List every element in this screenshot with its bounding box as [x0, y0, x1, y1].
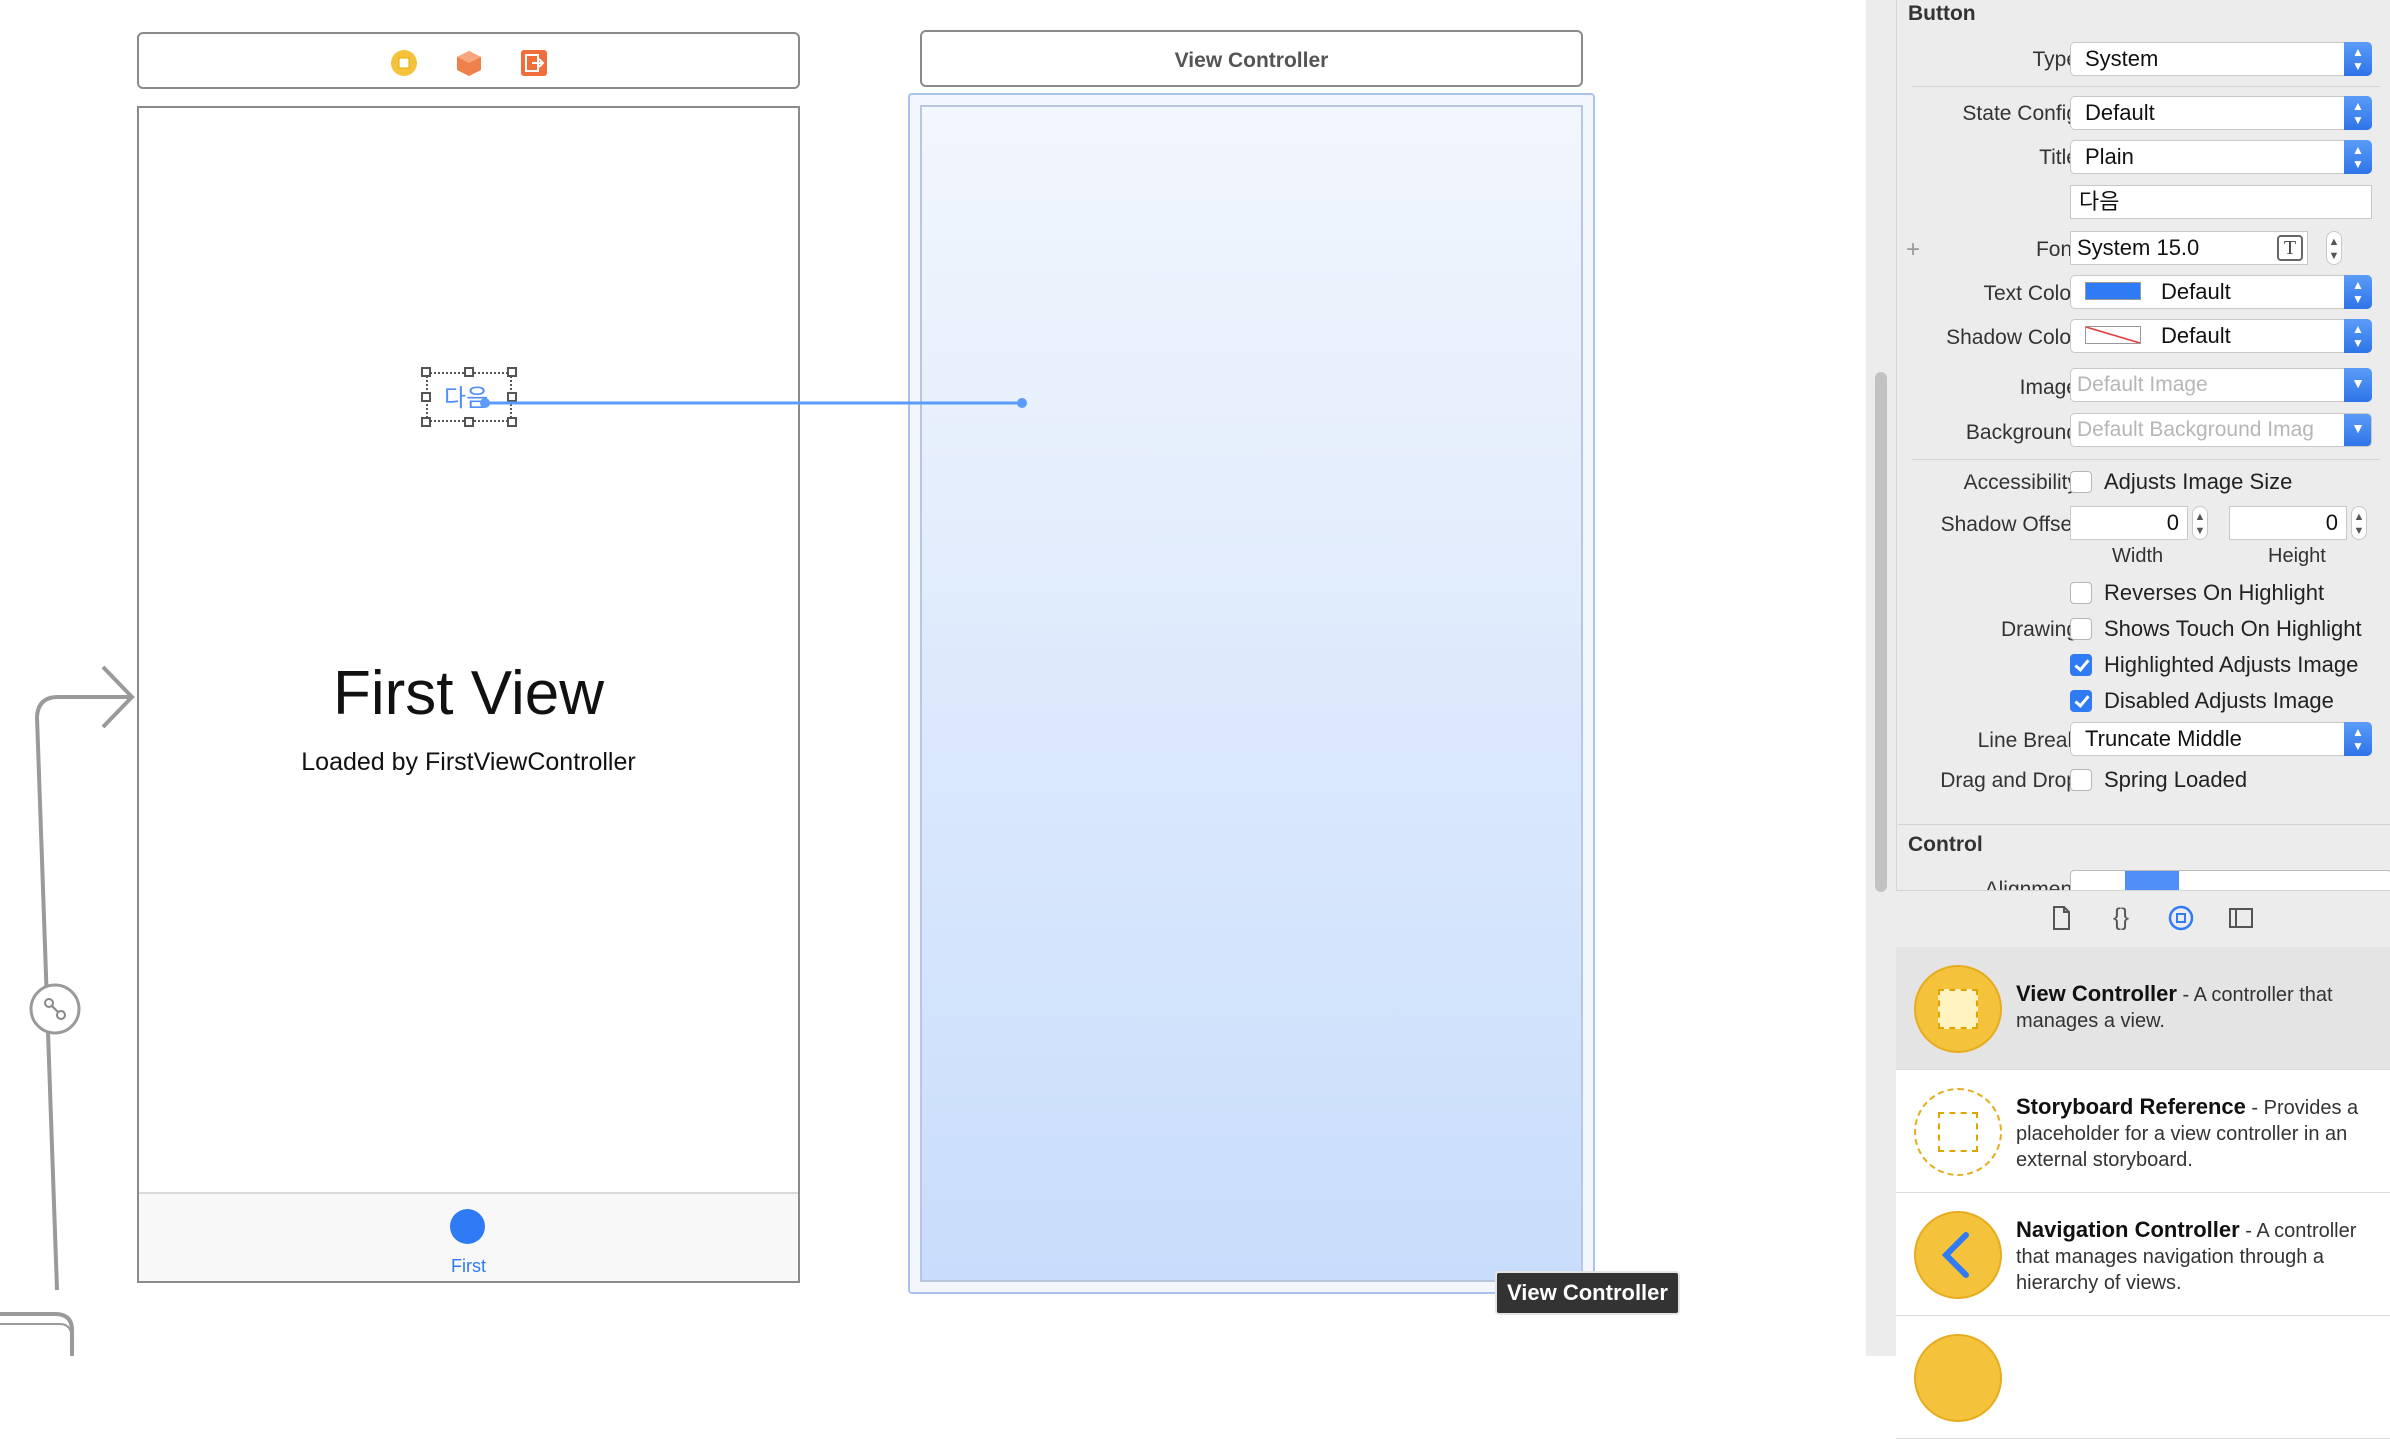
alignment-label: Alignment [1984, 878, 2078, 890]
tab-first-icon[interactable] [450, 1209, 485, 1244]
media-library-icon[interactable] [2228, 905, 2254, 931]
text-color-value: Default [2161, 279, 2231, 304]
popup-arrows-icon: ▲ ▼ [2344, 319, 2372, 353]
tab-bar[interactable]: First [139, 1192, 798, 1281]
highlighted-adjusts-image-checkbox[interactable] [2070, 654, 2092, 676]
scrollbar-thumb[interactable] [1875, 372, 1887, 892]
table-view-controller-icon [1914, 1334, 2002, 1422]
inspector-body: Button Type System ▲ ▼ State Config Defau… [1898, 0, 2390, 890]
disabled-adjusts-image-checkbox[interactable] [2070, 690, 2092, 712]
file-icon[interactable] [2048, 905, 2074, 931]
background-combo[interactable]: Default Background Imag ▼ [2070, 413, 2372, 447]
view-controller-icon [1914, 965, 2002, 1053]
text-color-label: Text Color [1983, 282, 2078, 305]
disabled-adjusts-image-label: Disabled Adjusts Image [2104, 688, 2334, 713]
library-item-partial[interactable] [1896, 1316, 2390, 1439]
popup-arrows-icon: ▲ ▼ [2344, 96, 2372, 130]
storyboard-reference-icon [1914, 1088, 2002, 1176]
chevron-down-icon[interactable]: ▼ [2344, 368, 2372, 402]
popup-arrows-icon: ▲ ▼ [2344, 275, 2372, 309]
popup-arrows-icon: ▲ ▼ [2344, 42, 2372, 76]
type-value: System [2085, 46, 2159, 71]
type-popup[interactable]: System ▲ ▼ [2070, 42, 2372, 76]
reverses-on-highlight-label: Reverses On Highlight [2104, 580, 2325, 605]
connection-drag-line [480, 398, 1027, 408]
shadow-color-label: Shadow Color [1946, 326, 2078, 349]
shadow-color-popup[interactable]: Default ▲ ▼ [2070, 319, 2372, 353]
relationship-segue-icon[interactable] [42, 996, 68, 1022]
button-section-title: Button [1908, 2, 1976, 25]
drawing-label: Drawing [2000, 618, 2078, 641]
font-picker-icon[interactable]: T [2277, 235, 2303, 261]
popup-arrows-icon: ▲ ▼ [2344, 140, 2372, 174]
shadow-height-field[interactable]: 0 [2229, 506, 2347, 540]
title-text-field[interactable]: 다음 [2070, 185, 2372, 219]
width-label: Width [2112, 545, 2164, 567]
chevron-down-icon[interactable]: ▼ [2344, 414, 2371, 446]
state-config-popup[interactable]: Default ▲ ▼ [2070, 96, 2372, 130]
drag-and-drop-label: Drag and Drop [1940, 769, 2078, 792]
attributes-inspector: Button Type System ▲ ▼ State Config Defau… [1866, 0, 2390, 1439]
library-item-name: Navigation Controller [2016, 1217, 2240, 1242]
spring-loaded-label: Spring Loaded [2104, 767, 2248, 792]
reverses-on-highlight-checkbox[interactable] [2070, 582, 2092, 604]
divider [1912, 86, 2380, 87]
library-item-name: Storyboard Reference [2016, 1094, 2246, 1119]
title-popup[interactable]: Plain ▲ ▼ [2070, 140, 2372, 174]
library-item-view-controller[interactable]: View Controller - A controller that mana… [1896, 947, 2390, 1070]
font-value: System 15.0 [2077, 235, 2200, 260]
height-label: Height [2268, 545, 2326, 567]
storyboard-canvas[interactable]: First View Loaded by FirstViewController… [0, 0, 1866, 1356]
title-value: Plain [2085, 144, 2134, 169]
state-config-label: State Config [1962, 102, 2078, 125]
highlighted-adjusts-image-label: Highlighted Adjusts Image [2104, 652, 2359, 677]
object-library-icon[interactable] [2168, 905, 2194, 931]
chevron-left-icon [1914, 1211, 2002, 1299]
object-library-list[interactable]: View Controller - A controller that mana… [1896, 947, 2390, 1439]
shadow-offset-label: Shadow Offset [1940, 513, 2078, 536]
library-item-name: View Controller [2016, 981, 2177, 1006]
font-field[interactable]: System 15.0 T [2070, 231, 2308, 265]
background-label: Background [1965, 421, 2078, 444]
adjusts-image-size-checkbox[interactable] [2070, 471, 2092, 493]
divider [1912, 459, 2380, 460]
shadow-color-value: Default [2161, 323, 2231, 348]
popup-arrows-icon: ▲ ▼ [2344, 722, 2372, 756]
line-break-popup[interactable]: Truncate Middle ▲ ▼ [2070, 722, 2372, 756]
text-color-popup[interactable]: Default ▲ ▼ [2070, 275, 2372, 309]
line-break-label: Line Break [1977, 729, 2078, 752]
adjusts-image-size-label: Adjusts Image Size [2104, 469, 2293, 494]
library-item-storyboard-reference[interactable]: Storyboard Reference - Provides a placeh… [1896, 1070, 2390, 1193]
library-item-navigation-controller[interactable]: Navigation Controller - A controller tha… [1896, 1193, 2390, 1316]
tab-first-label[interactable]: First [139, 1256, 798, 1277]
background-placeholder: Default Background Imag [2077, 418, 2314, 441]
add-variation-icon[interactable]: + [1906, 236, 1920, 264]
shadow-width-stepper[interactable]: ▲ ▼ [2192, 506, 2208, 540]
divider [1898, 824, 2390, 825]
image-placeholder: Default Image [2077, 373, 2208, 396]
text-color-swatch [2085, 282, 2141, 300]
spring-loaded-checkbox[interactable] [2070, 769, 2092, 791]
control-section-title: Control [1908, 833, 1983, 856]
shows-touch-checkbox[interactable] [2070, 618, 2092, 640]
shadow-color-swatch [2085, 326, 2141, 344]
shadow-height-stepper[interactable]: ▲ ▼ [2351, 506, 2367, 540]
accessibility-label: Accessibility [1963, 471, 2078, 494]
library-tab-bar: {} [1896, 890, 2390, 948]
line-break-value: Truncate Middle [2085, 726, 2242, 751]
first-view-subtitle[interactable]: Loaded by FirstViewController [139, 748, 798, 777]
shadow-width-field[interactable]: 0 [2070, 506, 2188, 540]
font-size-stepper[interactable]: ▲ ▼ [2326, 231, 2342, 265]
state-config-value: Default [2085, 100, 2155, 125]
drop-target-tooltip: View Controller [1495, 1271, 1680, 1315]
image-combo[interactable]: Default Image ▼ [2070, 368, 2372, 402]
code-braces-icon[interactable]: {} [2108, 905, 2134, 931]
alignment-segmented-control[interactable] [2070, 870, 2390, 890]
first-view-title[interactable]: First View [139, 658, 798, 729]
inspector-scrollbar[interactable] [1866, 0, 1897, 1356]
shows-touch-label: Shows Touch On Highlight [2104, 616, 2362, 641]
